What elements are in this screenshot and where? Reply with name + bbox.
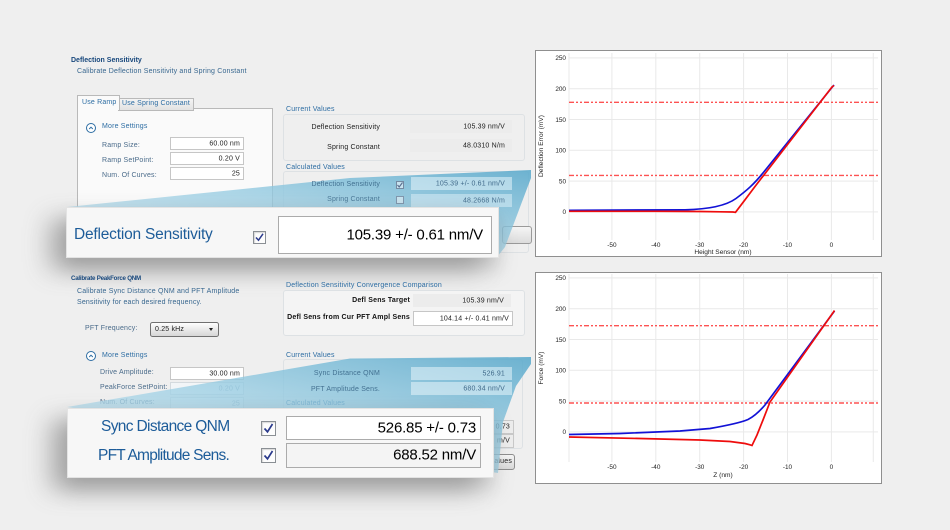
svg-text:-30: -30 — [695, 464, 705, 471]
svg-text:100: 100 — [555, 148, 566, 155]
svg-text:100: 100 — [555, 367, 566, 374]
svg-text:0: 0 — [830, 242, 834, 249]
svg-text:-50: -50 — [607, 242, 617, 249]
svg-text:Z (nm): Z (nm) — [713, 472, 732, 479]
svg-text:-20: -20 — [739, 464, 749, 471]
svg-text:250: 250 — [555, 275, 566, 282]
svg-text:-10: -10 — [783, 242, 793, 249]
svg-text:150: 150 — [555, 336, 566, 343]
svg-text:200: 200 — [555, 306, 566, 313]
svg-text:-10: -10 — [783, 464, 793, 471]
svg-text:150: 150 — [555, 117, 566, 124]
svg-text:250: 250 — [555, 55, 566, 62]
svg-text:200: 200 — [555, 86, 566, 93]
svg-text:0: 0 — [562, 209, 566, 216]
svg-text:-20: -20 — [739, 242, 749, 249]
svg-text:Force (mV): Force (mV) — [538, 351, 545, 384]
svg-text:50: 50 — [559, 398, 567, 405]
svg-text:-30: -30 — [695, 242, 705, 249]
svg-text:0: 0 — [830, 464, 834, 471]
svg-text:-40: -40 — [651, 242, 661, 249]
svg-text:-50: -50 — [607, 464, 617, 471]
svg-text:Height Sensor (nm): Height Sensor (nm) — [694, 249, 751, 256]
svg-text:50: 50 — [559, 178, 567, 185]
svg-text:Deflection Error (mV): Deflection Error (mV) — [538, 115, 545, 177]
svg-text:0: 0 — [562, 429, 566, 436]
svg-text:-40: -40 — [651, 464, 661, 471]
